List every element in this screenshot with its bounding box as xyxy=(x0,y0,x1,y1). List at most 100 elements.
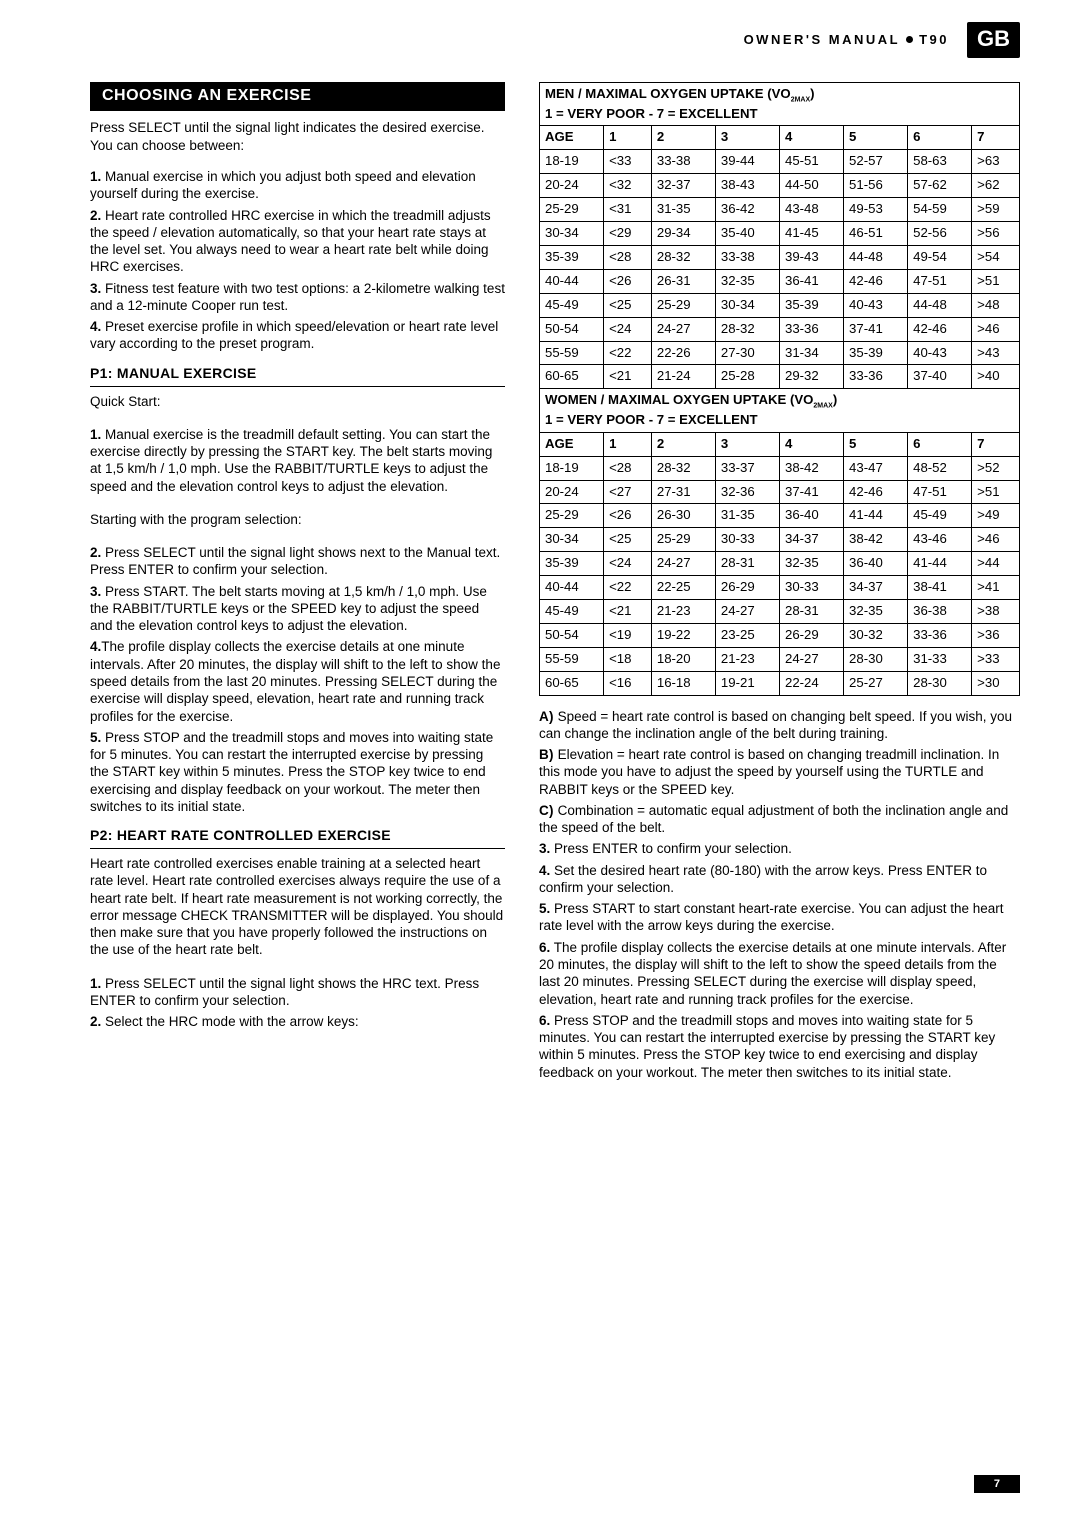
table-cell: >63 xyxy=(972,150,1020,174)
vo2max-table-women: WOMEN / MAXIMAL OXYGEN UPTAKE (VO2MAX) 1… xyxy=(539,389,1020,695)
table-cell: 26-30 xyxy=(651,504,715,528)
table-cell: 25-29 xyxy=(540,198,604,222)
table-row: 60-65<1616-1819-2122-2425-2728-30>30 xyxy=(540,671,1020,695)
table-row: 25-29<2626-3031-3536-4041-4445-49>49 xyxy=(540,504,1020,528)
p1-heading: P1: MANUAL EXERCISE xyxy=(90,365,505,383)
table-cell: <24 xyxy=(604,552,652,576)
table-cell: <24 xyxy=(604,317,652,341)
p1-step-4: 4.The profile display collects the exerc… xyxy=(90,638,505,724)
hrc-mode-a: A) Speed = heart rate control is based o… xyxy=(539,708,1020,743)
table-cell: 30-34 xyxy=(715,293,779,317)
exercise-option-4: 4. Preset exercise profile in which spee… xyxy=(90,318,505,353)
table-cell: 33-38 xyxy=(715,245,779,269)
table-cell: >38 xyxy=(972,600,1020,624)
p2-heading: P2: HEART RATE CONTROLLED EXERCISE xyxy=(90,827,505,845)
table-cell: 45-49 xyxy=(540,293,604,317)
table-cell: 33-36 xyxy=(779,317,843,341)
table-cell: 36-40 xyxy=(779,504,843,528)
table-cell: >33 xyxy=(972,647,1020,671)
table-cell: 18-20 xyxy=(651,647,715,671)
table-cell: 60-65 xyxy=(540,365,604,389)
table-cell: 26-29 xyxy=(715,576,779,600)
table-row: 40-44<2222-2526-2930-3334-3738-41>41 xyxy=(540,576,1020,600)
table-cell: 51-56 xyxy=(844,174,908,198)
table-cell: <22 xyxy=(604,341,652,365)
table-cell: <31 xyxy=(604,198,652,222)
table-cell: 28-32 xyxy=(651,245,715,269)
table-cell: 20-24 xyxy=(540,174,604,198)
table-cell: 19-21 xyxy=(715,671,779,695)
table-row: 20-24<2727-3132-3637-4142-4647-51>51 xyxy=(540,480,1020,504)
table-row: 18-19<2828-3233-3738-4243-4748-52>52 xyxy=(540,456,1020,480)
table-cell: 50-54 xyxy=(540,317,604,341)
table-cell: 43-47 xyxy=(844,456,908,480)
table-cell: 40-43 xyxy=(908,341,972,365)
model-label: T90 xyxy=(919,32,949,49)
table-cell: 42-46 xyxy=(908,317,972,341)
table-cell: 43-48 xyxy=(779,198,843,222)
table-row: 18-19<3333-3839-4445-5152-5758-63>63 xyxy=(540,150,1020,174)
table-cell: 38-42 xyxy=(844,528,908,552)
table-cell: 34-37 xyxy=(779,528,843,552)
divider xyxy=(90,386,505,387)
table-col-header: 6 xyxy=(908,432,972,456)
table-col-header: 2 xyxy=(651,432,715,456)
table-col-header: 1 xyxy=(604,126,652,150)
table-cell: 22-24 xyxy=(779,671,843,695)
p2-step-4: 4. Set the desired heart rate (80-180) w… xyxy=(539,862,1020,897)
table-cell: >52 xyxy=(972,456,1020,480)
table-row: 55-59<2222-2627-3031-3435-3940-43>43 xyxy=(540,341,1020,365)
table-col-header: 3 xyxy=(715,126,779,150)
women-table-title: WOMEN / MAXIMAL OXYGEN UPTAKE (VO2MAX) 1… xyxy=(540,389,1020,432)
table-cell: 28-32 xyxy=(651,456,715,480)
manual-page: OWNER'S MANUAL T90 GB CHOOSING AN EXERCI… xyxy=(0,0,1080,1527)
table-cell: 26-29 xyxy=(779,623,843,647)
table-row: 50-54<1919-2223-2526-2930-3233-36>36 xyxy=(540,623,1020,647)
table-cell: 30-33 xyxy=(779,576,843,600)
p1-step-3: 3. Press START. The belt starts moving a… xyxy=(90,583,505,635)
table-cell: >44 xyxy=(972,552,1020,576)
right-column: MEN / MAXIMAL OXYGEN UPTAKE (VO2MAX) 1 =… xyxy=(539,82,1020,1085)
table-cell: 27-31 xyxy=(651,480,715,504)
table-cell: 40-43 xyxy=(844,293,908,317)
table-cell: 44-50 xyxy=(779,174,843,198)
table-cell: 22-26 xyxy=(651,341,715,365)
page-number: 7 xyxy=(974,1475,1020,1493)
table-cell: 58-63 xyxy=(908,150,972,174)
table-cell: 39-43 xyxy=(779,245,843,269)
table-cell: 36-41 xyxy=(779,269,843,293)
table-col-header: 5 xyxy=(844,126,908,150)
p2-intro: Heart rate controlled exercises enable t… xyxy=(90,855,505,959)
table-cell: 27-30 xyxy=(715,341,779,365)
table-cell: 33-38 xyxy=(651,150,715,174)
table-cell: 28-31 xyxy=(715,552,779,576)
table-col-header: 4 xyxy=(779,126,843,150)
table-cell: 60-65 xyxy=(540,671,604,695)
p2-step-6b: 6. Press STOP and the treadmill stops an… xyxy=(539,1012,1020,1081)
table-cell: <25 xyxy=(604,528,652,552)
starting-label: Starting with the program selection: xyxy=(90,511,505,528)
table-cell: 21-23 xyxy=(715,647,779,671)
table-cell: 35-39 xyxy=(779,293,843,317)
table-cell: <33 xyxy=(604,150,652,174)
table-cell: 31-35 xyxy=(651,198,715,222)
table-cell: 45-49 xyxy=(908,504,972,528)
table-cell: 30-33 xyxy=(715,528,779,552)
table-cell: 57-62 xyxy=(908,174,972,198)
table-col-header: 2 xyxy=(651,126,715,150)
table-cell: 31-34 xyxy=(779,341,843,365)
table-cell: 29-32 xyxy=(779,365,843,389)
table-cell: 18-19 xyxy=(540,150,604,174)
table-cell: >59 xyxy=(972,198,1020,222)
table-cell: 29-34 xyxy=(651,222,715,246)
table-cell: 21-23 xyxy=(651,600,715,624)
table-header-row: AGE1234567 xyxy=(540,126,1020,150)
table-cell: >49 xyxy=(972,504,1020,528)
table-cell: 46-51 xyxy=(844,222,908,246)
table-cell: 42-46 xyxy=(844,480,908,504)
language-badge: GB xyxy=(967,22,1020,58)
vo2max-table-men: MEN / MAXIMAL OXYGEN UPTAKE (VO2MAX) 1 =… xyxy=(539,82,1020,389)
table-cell: 26-31 xyxy=(651,269,715,293)
table-cell: 39-44 xyxy=(715,150,779,174)
page-header: OWNER'S MANUAL T90 GB xyxy=(744,22,1020,58)
